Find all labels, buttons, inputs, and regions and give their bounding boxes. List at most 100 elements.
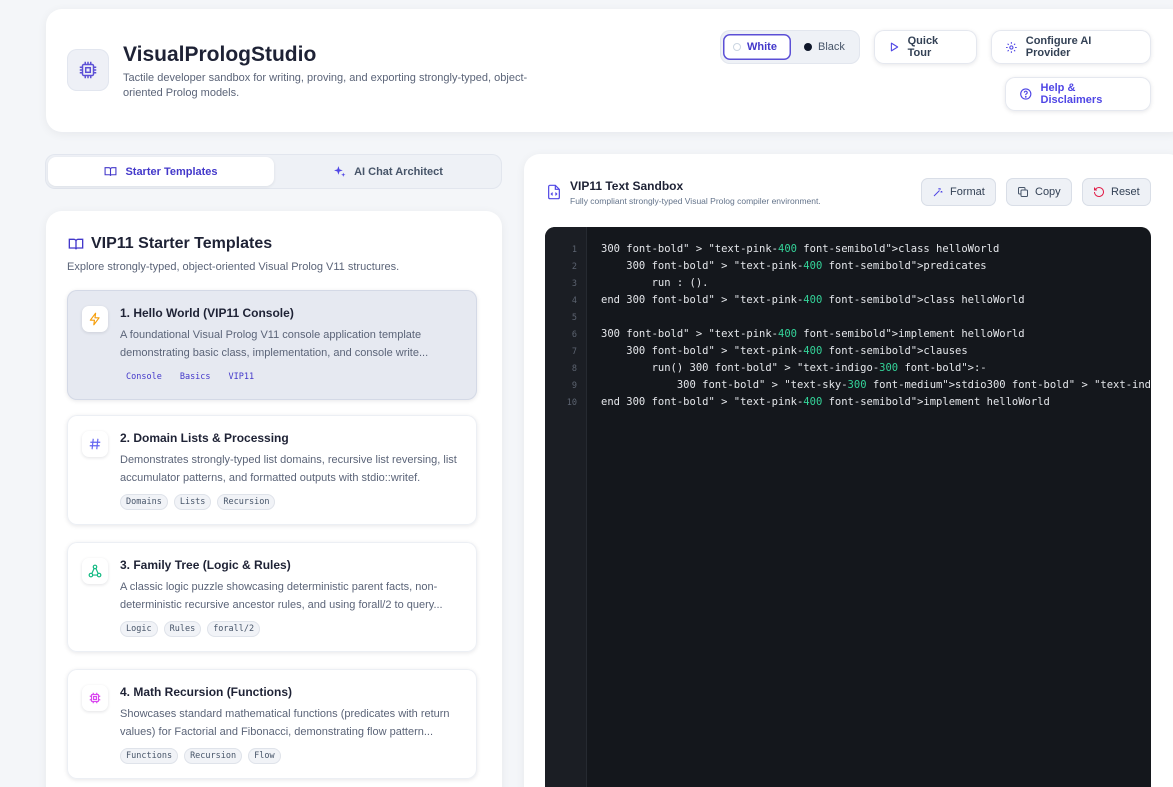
templates-panel: VIP11 Starter Templates Explore strongly… [46, 211, 502, 787]
tab-ai-chat-architect[interactable]: AI Chat Architect [277, 157, 499, 186]
code-number: 400 [803, 396, 823, 408]
format-label: Format [950, 186, 985, 198]
reset-button[interactable]: Reset [1082, 178, 1151, 206]
templates-subtitle: Explore strongly-typed, object-oriented … [67, 261, 400, 273]
template-description: A classic logic puzzle showcasing determ… [120, 581, 443, 611]
configure-ai-button[interactable]: Configure AI Provider [991, 30, 1151, 64]
code-line: 300 font-bold" > "text-pink-400 font-sem… [601, 345, 968, 357]
code-line: 300 font-bold" > "text-pink-400 font-sem… [601, 260, 986, 272]
play-icon [890, 42, 899, 52]
theme-black-button[interactable]: Black [794, 34, 858, 60]
tag-chip: Recursion [217, 494, 276, 510]
tab-bar: Starter Templates AI Chat Architect [45, 154, 502, 189]
template-tags: Domains Lists Recursion [120, 494, 276, 510]
line-number-gutter: 1 2 3 4 5 6 7 8 9 10 [545, 227, 587, 787]
template-card-family-tree[interactable]: 3. Family Tree (Logic & Rules) A classic… [67, 542, 477, 652]
code-number: 400 [778, 243, 797, 255]
code-file-icon [548, 184, 560, 200]
code-text: end 300 font-bold" > "text-pink- [601, 396, 804, 408]
sandbox-panel: VIP11 Text Sandbox Fully compliant stron… [524, 154, 1173, 787]
theme-black-label: Black [818, 41, 845, 53]
copy-label: Copy [1035, 186, 1061, 198]
help-button[interactable]: Help & Disclaimers [1005, 77, 1151, 111]
line-number: 6 [571, 330, 577, 340]
help-label: Help & Disclaimers [1040, 82, 1103, 106]
code-line: run : (). [601, 277, 709, 289]
hash-icon [82, 431, 108, 457]
magic-wand-icon [933, 188, 943, 197]
cpu-icon [82, 685, 108, 711]
line-number: 10 [566, 398, 577, 408]
code-text: end 300 font-bold" > "text-pink- [601, 294, 804, 306]
theme-white-button[interactable]: White [723, 34, 791, 60]
quick-tour-button[interactable]: Quick Tour [874, 30, 977, 64]
code-line: end 300 font-bold" > "text-pink-400 font… [601, 294, 1025, 306]
code-number: 300 [847, 379, 867, 391]
tag-chip: Domains [120, 494, 168, 510]
template-title: 4. Math Recursion (Functions) [120, 685, 293, 699]
app-header: VisualPrologStudio Tactile developer san… [46, 9, 1173, 132]
code-text: 300 font-bold" > "text-pink- [601, 345, 804, 357]
tab-starter-label: Starter Templates [125, 165, 218, 178]
template-tags: Logic Rules forall/2 [120, 621, 261, 637]
line-number: 1 [571, 245, 577, 255]
reset-icon [1094, 187, 1104, 197]
book-icon [68, 238, 84, 250]
reset-label: Reset [1111, 186, 1140, 198]
code-text: run() 300 font-bold" > "text-indigo- [601, 362, 880, 374]
chip-logo-icon [67, 49, 109, 91]
sparkles-icon [334, 166, 346, 177]
tag-chip: Basics [179, 372, 211, 382]
tag-chip: Functions [120, 748, 179, 764]
tag-chip: Logic [120, 621, 158, 637]
template-card-hello-world[interactable]: 1. Hello World (VIP11 Console) A foundat… [67, 290, 477, 400]
help-circle-icon [1020, 88, 1032, 100]
template-card-math-recursion[interactable]: 4. Math Recursion (Functions) Showcases … [67, 669, 477, 779]
format-button[interactable]: Format [921, 178, 996, 206]
code-line: run() 300 font-bold" > "text-indigo-300 … [601, 362, 987, 374]
code-text: run : (). [601, 277, 709, 289]
code-number: 400 [778, 328, 797, 340]
code-number: 400 [803, 345, 823, 357]
book-icon [104, 167, 117, 176]
tag-chip: Console [126, 372, 162, 382]
template-description: A foundational Visual Prolog V11 console… [120, 329, 429, 359]
line-number: 7 [571, 347, 577, 357]
code-line: 300 font-bold" > "text-pink-400 font-sem… [601, 328, 1025, 340]
code-text: 300 font-bold" > "text-sky- [601, 379, 848, 391]
gear-icon [1006, 41, 1017, 53]
code-editor[interactable]: 1 2 3 4 5 6 7 8 9 10 300 font-bold" > "t… [545, 227, 1151, 787]
tag-chip: VIP11 [228, 372, 255, 382]
sandbox-subtitle: Fully compliant strongly-typed Visual Pr… [570, 196, 821, 206]
line-number: 4 [571, 296, 577, 306]
configure-ai-label: Configure AI Provider [1025, 35, 1092, 59]
lightning-icon [82, 306, 108, 332]
sandbox-title: VIP11 Text Sandbox [570, 179, 684, 193]
tag-chip: Recursion [184, 748, 243, 764]
copy-icon [1018, 187, 1028, 197]
template-card-domain-lists[interactable]: 2. Domain Lists & Processing Demonstrate… [67, 415, 477, 525]
code-number: 400 [803, 260, 823, 272]
quick-tour-label: Quick Tour [907, 35, 939, 59]
code-text: 300 font-bold" > "text-pink- [601, 260, 804, 272]
code-text: font-semibold">clauses [822, 345, 968, 357]
template-title: 2. Domain Lists & Processing [120, 431, 289, 445]
app-title: VisualPrologStudio [123, 43, 317, 66]
tab-starter-templates[interactable]: Starter Templates [48, 157, 274, 186]
line-number: 8 [571, 364, 577, 374]
line-number: 2 [571, 262, 577, 272]
black-dot-icon [804, 43, 812, 51]
template-description: Demonstrates strongly-typed list domains… [120, 454, 457, 484]
code-line: 300 font-bold" > "text-pink-400 font-sem… [601, 243, 999, 255]
template-description: Showcases standard mathematical function… [120, 708, 450, 738]
line-number: 5 [571, 313, 577, 323]
template-title: 3. Family Tree (Logic & Rules) [120, 558, 291, 572]
code-number: 400 [803, 294, 823, 306]
tab-ai-label: AI Chat Architect [354, 165, 443, 178]
copy-button[interactable]: Copy [1006, 178, 1072, 206]
template-title: 1. Hello World (VIP11 Console) [120, 306, 294, 320]
tag-chip: Lists [173, 494, 212, 510]
code-line: end 300 font-bold" > "text-pink-400 font… [601, 396, 1050, 408]
code-number: 300 [879, 362, 899, 374]
network-icon [82, 558, 108, 584]
